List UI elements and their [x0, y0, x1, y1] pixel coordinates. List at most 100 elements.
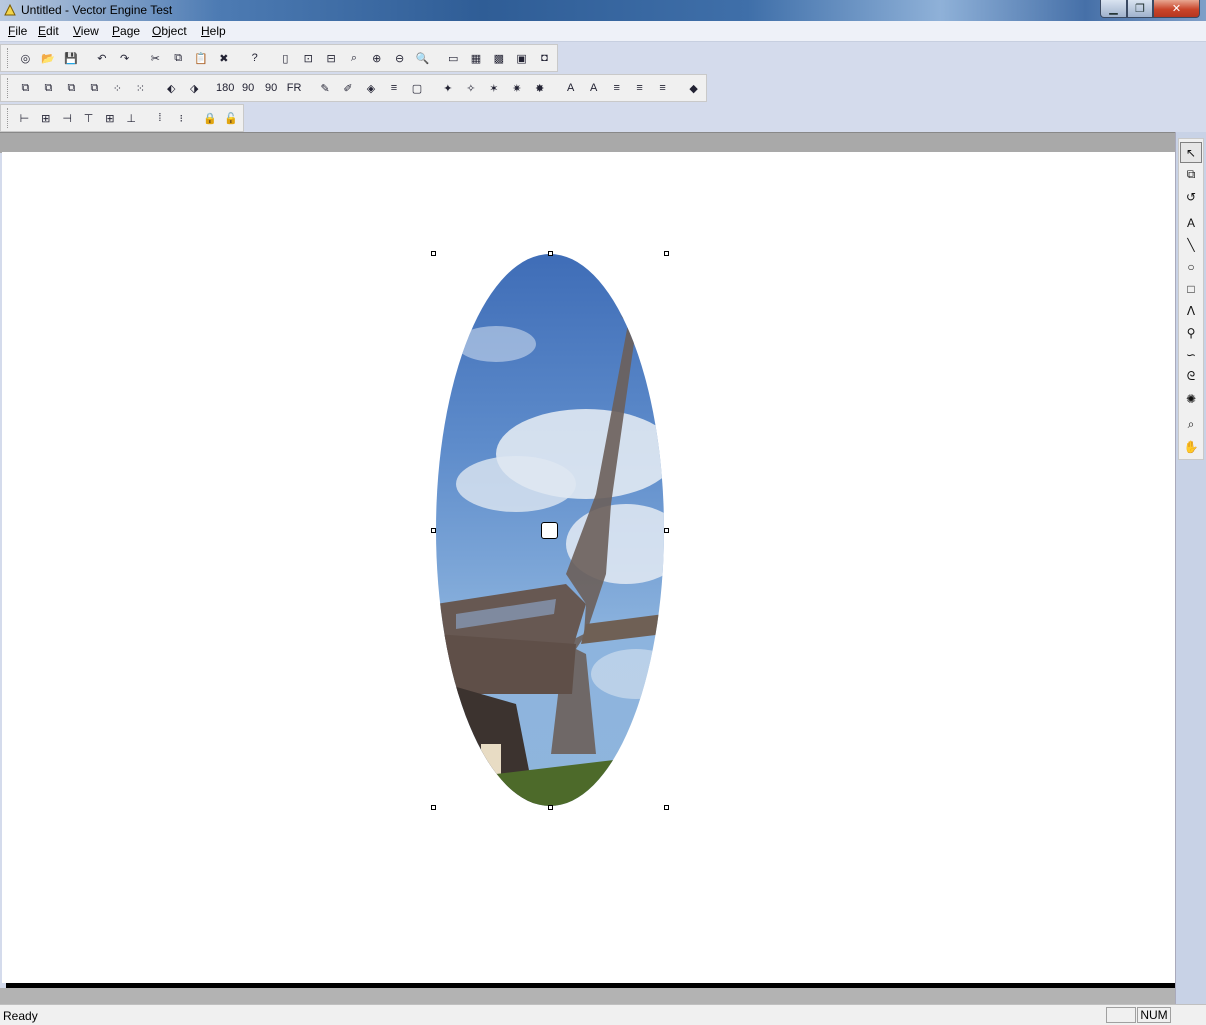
- toolbar-separator: [83, 48, 91, 69]
- align-top-button[interactable]: ⊤: [79, 108, 98, 129]
- brush-icon: ✐: [343, 82, 353, 95]
- polyline-tool-button[interactable]: ⴷ: [1180, 300, 1202, 321]
- menu-object[interactable]: Object: [152, 24, 187, 38]
- rectangle-tool-button[interactable]: □: [1180, 278, 1202, 299]
- undo-button[interactable]: ↶: [91, 48, 112, 69]
- unlock-button[interactable]: 🔓: [222, 108, 241, 129]
- fill-button[interactable]: ◈: [361, 78, 382, 99]
- paste-button[interactable]: 📋: [191, 48, 212, 69]
- pen-button[interactable]: ✎: [315, 78, 336, 99]
- maximize-button[interactable]: ❐: [1127, 0, 1153, 18]
- open-button[interactable]: 📂: [38, 48, 59, 69]
- menu-file[interactable]: File: [8, 24, 27, 38]
- view-normal-button[interactable]: ▭: [443, 48, 464, 69]
- rotate-free-button[interactable]: FR: [284, 78, 305, 99]
- handle-bottom-left[interactable]: [431, 805, 436, 810]
- text-frame-button[interactable]: A: [583, 78, 604, 99]
- align-left-edge-button[interactable]: ⊢: [15, 108, 34, 129]
- zoom-out-button[interactable]: ⊖: [389, 48, 410, 69]
- node-break-button[interactable]: ✷: [506, 78, 527, 99]
- distribute-v-button[interactable]: ⁝: [172, 108, 191, 129]
- align-right-edge-button[interactable]: ⊣: [57, 108, 76, 129]
- menu-view[interactable]: View: [73, 24, 99, 38]
- freehand-tool-button[interactable]: ∽: [1180, 344, 1202, 365]
- handle-middle-left[interactable]: [431, 528, 436, 533]
- handle-bottom-right[interactable]: [664, 805, 669, 810]
- handle-bottom-center[interactable]: [548, 805, 553, 810]
- bring-front-button[interactable]: ⧉: [15, 78, 36, 99]
- distribute-h-button[interactable]: ⁞: [150, 108, 169, 129]
- toolbar-grip[interactable]: [7, 48, 11, 68]
- node-edit-button[interactable]: ✦: [437, 78, 458, 99]
- rect-shadow-button[interactable]: ▢: [406, 78, 427, 99]
- node-delete-button[interactable]: ✶: [483, 78, 504, 99]
- color-button[interactable]: ◆: [683, 78, 704, 99]
- select-arrow-button[interactable]: ↖: [1180, 142, 1202, 163]
- flip-v-button[interactable]: ⬗: [184, 78, 205, 99]
- toolbar-grip[interactable]: [7, 78, 11, 98]
- spiral-tool-button[interactable]: ᘓ: [1180, 366, 1202, 387]
- node-add-button[interactable]: ✧: [460, 78, 481, 99]
- zoom-in-button[interactable]: ⊕: [366, 48, 387, 69]
- zoom-page-button[interactable]: ⊡: [298, 48, 319, 69]
- send-backward-button[interactable]: ⧉: [84, 78, 105, 99]
- ungroup-button[interactable]: ⁙: [130, 78, 151, 99]
- page-button[interactable]: ▯: [275, 48, 296, 69]
- line-tool-button[interactable]: ╲: [1180, 234, 1202, 255]
- rotate-90-cw-button[interactable]: 90: [238, 78, 259, 99]
- grid-snap-button[interactable]: ▩: [488, 48, 509, 69]
- bezier-tool-button[interactable]: ⚲: [1180, 322, 1202, 343]
- center-handle[interactable]: [541, 522, 558, 539]
- close-button[interactable]: ✕: [1153, 0, 1200, 18]
- minimize-button[interactable]: ▁: [1100, 0, 1127, 18]
- lock-button[interactable]: 🔒: [200, 108, 219, 129]
- lines-button[interactable]: ≡: [383, 78, 404, 99]
- group-button[interactable]: ⁘: [107, 78, 128, 99]
- align-left-button[interactable]: ≡: [606, 78, 627, 99]
- restore-icon: ❐: [1135, 3, 1145, 15]
- align-vcenter-button[interactable]: ⊞: [100, 108, 119, 129]
- star-tool-icon: ✺: [1185, 391, 1197, 406]
- align-center-button[interactable]: ≡: [629, 78, 650, 99]
- menu-page[interactable]: Page: [112, 24, 140, 38]
- node-join-button[interactable]: ✸: [529, 78, 550, 99]
- rotate-tool-button[interactable]: ↺: [1180, 186, 1202, 207]
- toolbar-grip[interactable]: [7, 108, 11, 128]
- menu-help[interactable]: Help: [201, 24, 226, 38]
- redo-button[interactable]: ↷: [114, 48, 135, 69]
- align-bottom-button[interactable]: ⊥: [122, 108, 141, 129]
- delete-button[interactable]: ✖: [213, 48, 234, 69]
- horizontal-scrollbar[interactable]: [0, 988, 1176, 1004]
- align-right-button[interactable]: ≡: [652, 78, 673, 99]
- star-tool-button[interactable]: ✺: [1180, 388, 1202, 409]
- transform-button[interactable]: ⧉: [1180, 164, 1202, 185]
- view-center-button[interactable]: ◘: [534, 48, 555, 69]
- copy-button[interactable]: ⧉: [168, 48, 189, 69]
- ellipse-tool-button[interactable]: ○: [1180, 256, 1202, 277]
- zoom-fit-button[interactable]: ⌕: [343, 48, 364, 69]
- align-hcenter-button[interactable]: ⊞: [36, 108, 55, 129]
- send-back-button[interactable]: ⧉: [38, 78, 59, 99]
- handle-middle-right[interactable]: [664, 528, 669, 533]
- handle-top-right[interactable]: [664, 251, 669, 256]
- help-button[interactable]: ?: [244, 48, 265, 69]
- grid-button[interactable]: ▦: [466, 48, 487, 69]
- text-tool-button[interactable]: A: [1180, 212, 1202, 233]
- zoom-tool-button[interactable]: ⌕: [1180, 414, 1202, 435]
- flip-h-button[interactable]: ⬖: [161, 78, 182, 99]
- rotate-90-ccw-button[interactable]: 90: [261, 78, 282, 99]
- zoom-select-button[interactable]: 🔍: [412, 48, 433, 69]
- zoom-width-button[interactable]: ⊟: [321, 48, 342, 69]
- bring-forward-button[interactable]: ⧉: [61, 78, 82, 99]
- rotate-180-button[interactable]: 180: [215, 78, 236, 99]
- hand-tool-button[interactable]: ✋: [1180, 436, 1202, 457]
- new-button[interactable]: ◎: [15, 48, 36, 69]
- menu-edit[interactable]: Edit: [38, 24, 59, 38]
- handle-top-center[interactable]: [548, 251, 553, 256]
- text-bold-button[interactable]: A: [560, 78, 581, 99]
- cut-button[interactable]: ✂: [145, 48, 166, 69]
- view-frame-button[interactable]: ▣: [511, 48, 532, 69]
- save-button[interactable]: 💾: [61, 48, 82, 69]
- handle-top-left[interactable]: [431, 251, 436, 256]
- brush-button[interactable]: ✐: [338, 78, 359, 99]
